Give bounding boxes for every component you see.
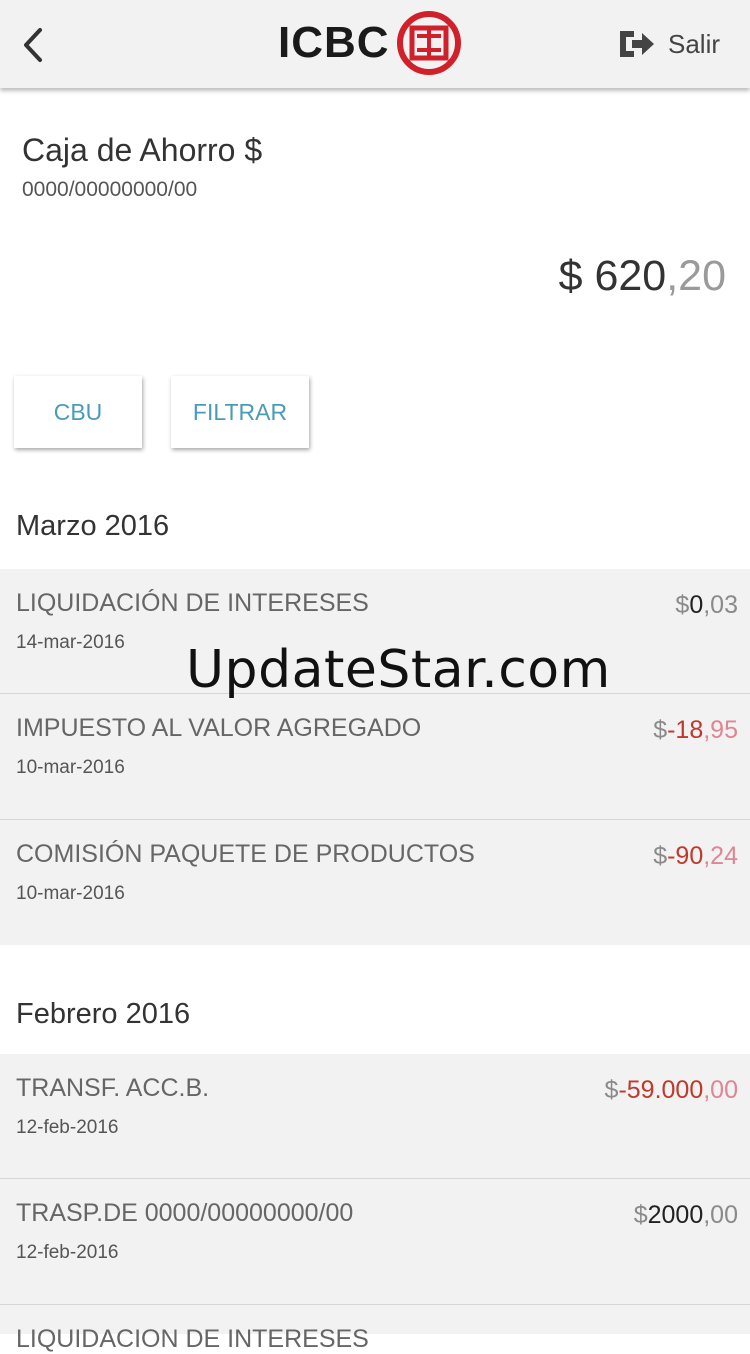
amount-decimals: ,24	[703, 842, 738, 870]
amount-currency: $	[675, 591, 690, 619]
amount-decimals: ,00	[703, 1201, 738, 1229]
amount-integer: 2000	[647, 1201, 704, 1229]
amount-integer: -90	[667, 842, 704, 870]
account-number: 0000/00000000/00	[22, 178, 198, 201]
amount-integer: 0	[689, 591, 704, 619]
amount-currency: $	[604, 1076, 619, 1104]
transaction-date: 10-mar-2016	[16, 757, 125, 778]
transaction-amount: $-59.000,00	[605, 1076, 738, 1105]
transaction-row[interactable]: LIQUIDACION DE INTERESES	[0, 1305, 750, 1353]
amount-decimals: ,03	[703, 591, 738, 619]
transaction-amount: $-90,24	[653, 842, 738, 871]
transaction-amount: $0,03	[675, 591, 738, 620]
month-title: Marzo 2016	[16, 510, 170, 542]
transaction-description: IMPUESTO AL VALOR AGREGADO	[16, 714, 422, 742]
transaction-description: COMISIÓN PAQUETE DE PRODUCTOS	[16, 840, 475, 868]
app-header: ICBC Salir	[0, 0, 750, 88]
filter-button[interactable]: FILTRAR	[171, 376, 309, 448]
exit-button[interactable]: Salir	[616, 24, 720, 64]
transaction-description: TRASP.DE 0000/00000000/00	[16, 1199, 354, 1227]
transaction-row[interactable]: TRANSF. ACC.B. 12-feb-2016 $-59.000,00	[0, 1054, 750, 1179]
amount-integer: -18	[667, 716, 704, 744]
transaction-description: LIQUIDACIÓN DE INTERESES	[16, 589, 369, 617]
balance-decimals: ,20	[666, 252, 726, 300]
transaction-description: LIQUIDACION DE INTERESES	[16, 1325, 369, 1353]
balance-integer: 620	[594, 252, 667, 300]
icbc-logo: ICBC	[278, 10, 462, 76]
cbu-button[interactable]: CBU	[14, 376, 142, 448]
amount-currency: $	[653, 842, 668, 870]
transaction-row[interactable]: COMISIÓN PAQUETE DE PRODUCTOS 10-mar-201…	[0, 820, 750, 945]
transaction-date: 10-mar-2016	[16, 883, 125, 904]
account-balance: $ 620,20	[559, 252, 726, 301]
transaction-date: 12-feb-2016	[16, 1117, 119, 1138]
icbc-logo-icon	[396, 11, 461, 75]
month-title: Febrero 2016	[16, 998, 191, 1030]
back-button[interactable]	[14, 22, 54, 68]
chevron-left-icon	[24, 28, 42, 62]
transaction-description: TRANSF. ACC.B.	[16, 1074, 210, 1102]
amount-decimals: ,95	[703, 716, 738, 744]
amount-integer: -59.000	[618, 1076, 704, 1104]
logout-icon	[619, 31, 654, 57]
watermark: UpdateStar.com	[186, 640, 611, 700]
transaction-date: 12-feb-2016	[16, 1242, 119, 1263]
transaction-row[interactable]: TRASP.DE 0000/00000000/00 12-feb-2016 $2…	[0, 1179, 750, 1305]
transaction-amount: $-18,95	[653, 716, 738, 745]
amount-currency: $	[633, 1201, 648, 1229]
account-name: Caja de Ahorro $	[22, 132, 263, 168]
transaction-amount: $2000,00	[634, 1201, 738, 1230]
amount-currency: $	[653, 716, 668, 744]
amount-decimals: ,00	[703, 1076, 738, 1104]
transaction-date: 14-mar-2016	[16, 632, 125, 653]
logo-text: ICBC	[278, 18, 390, 67]
exit-label: Salir	[667, 28, 720, 59]
balance-currency: $	[558, 252, 583, 300]
transaction-row[interactable]: IMPUESTO AL VALOR AGREGADO 10-mar-2016 $…	[0, 694, 750, 820]
